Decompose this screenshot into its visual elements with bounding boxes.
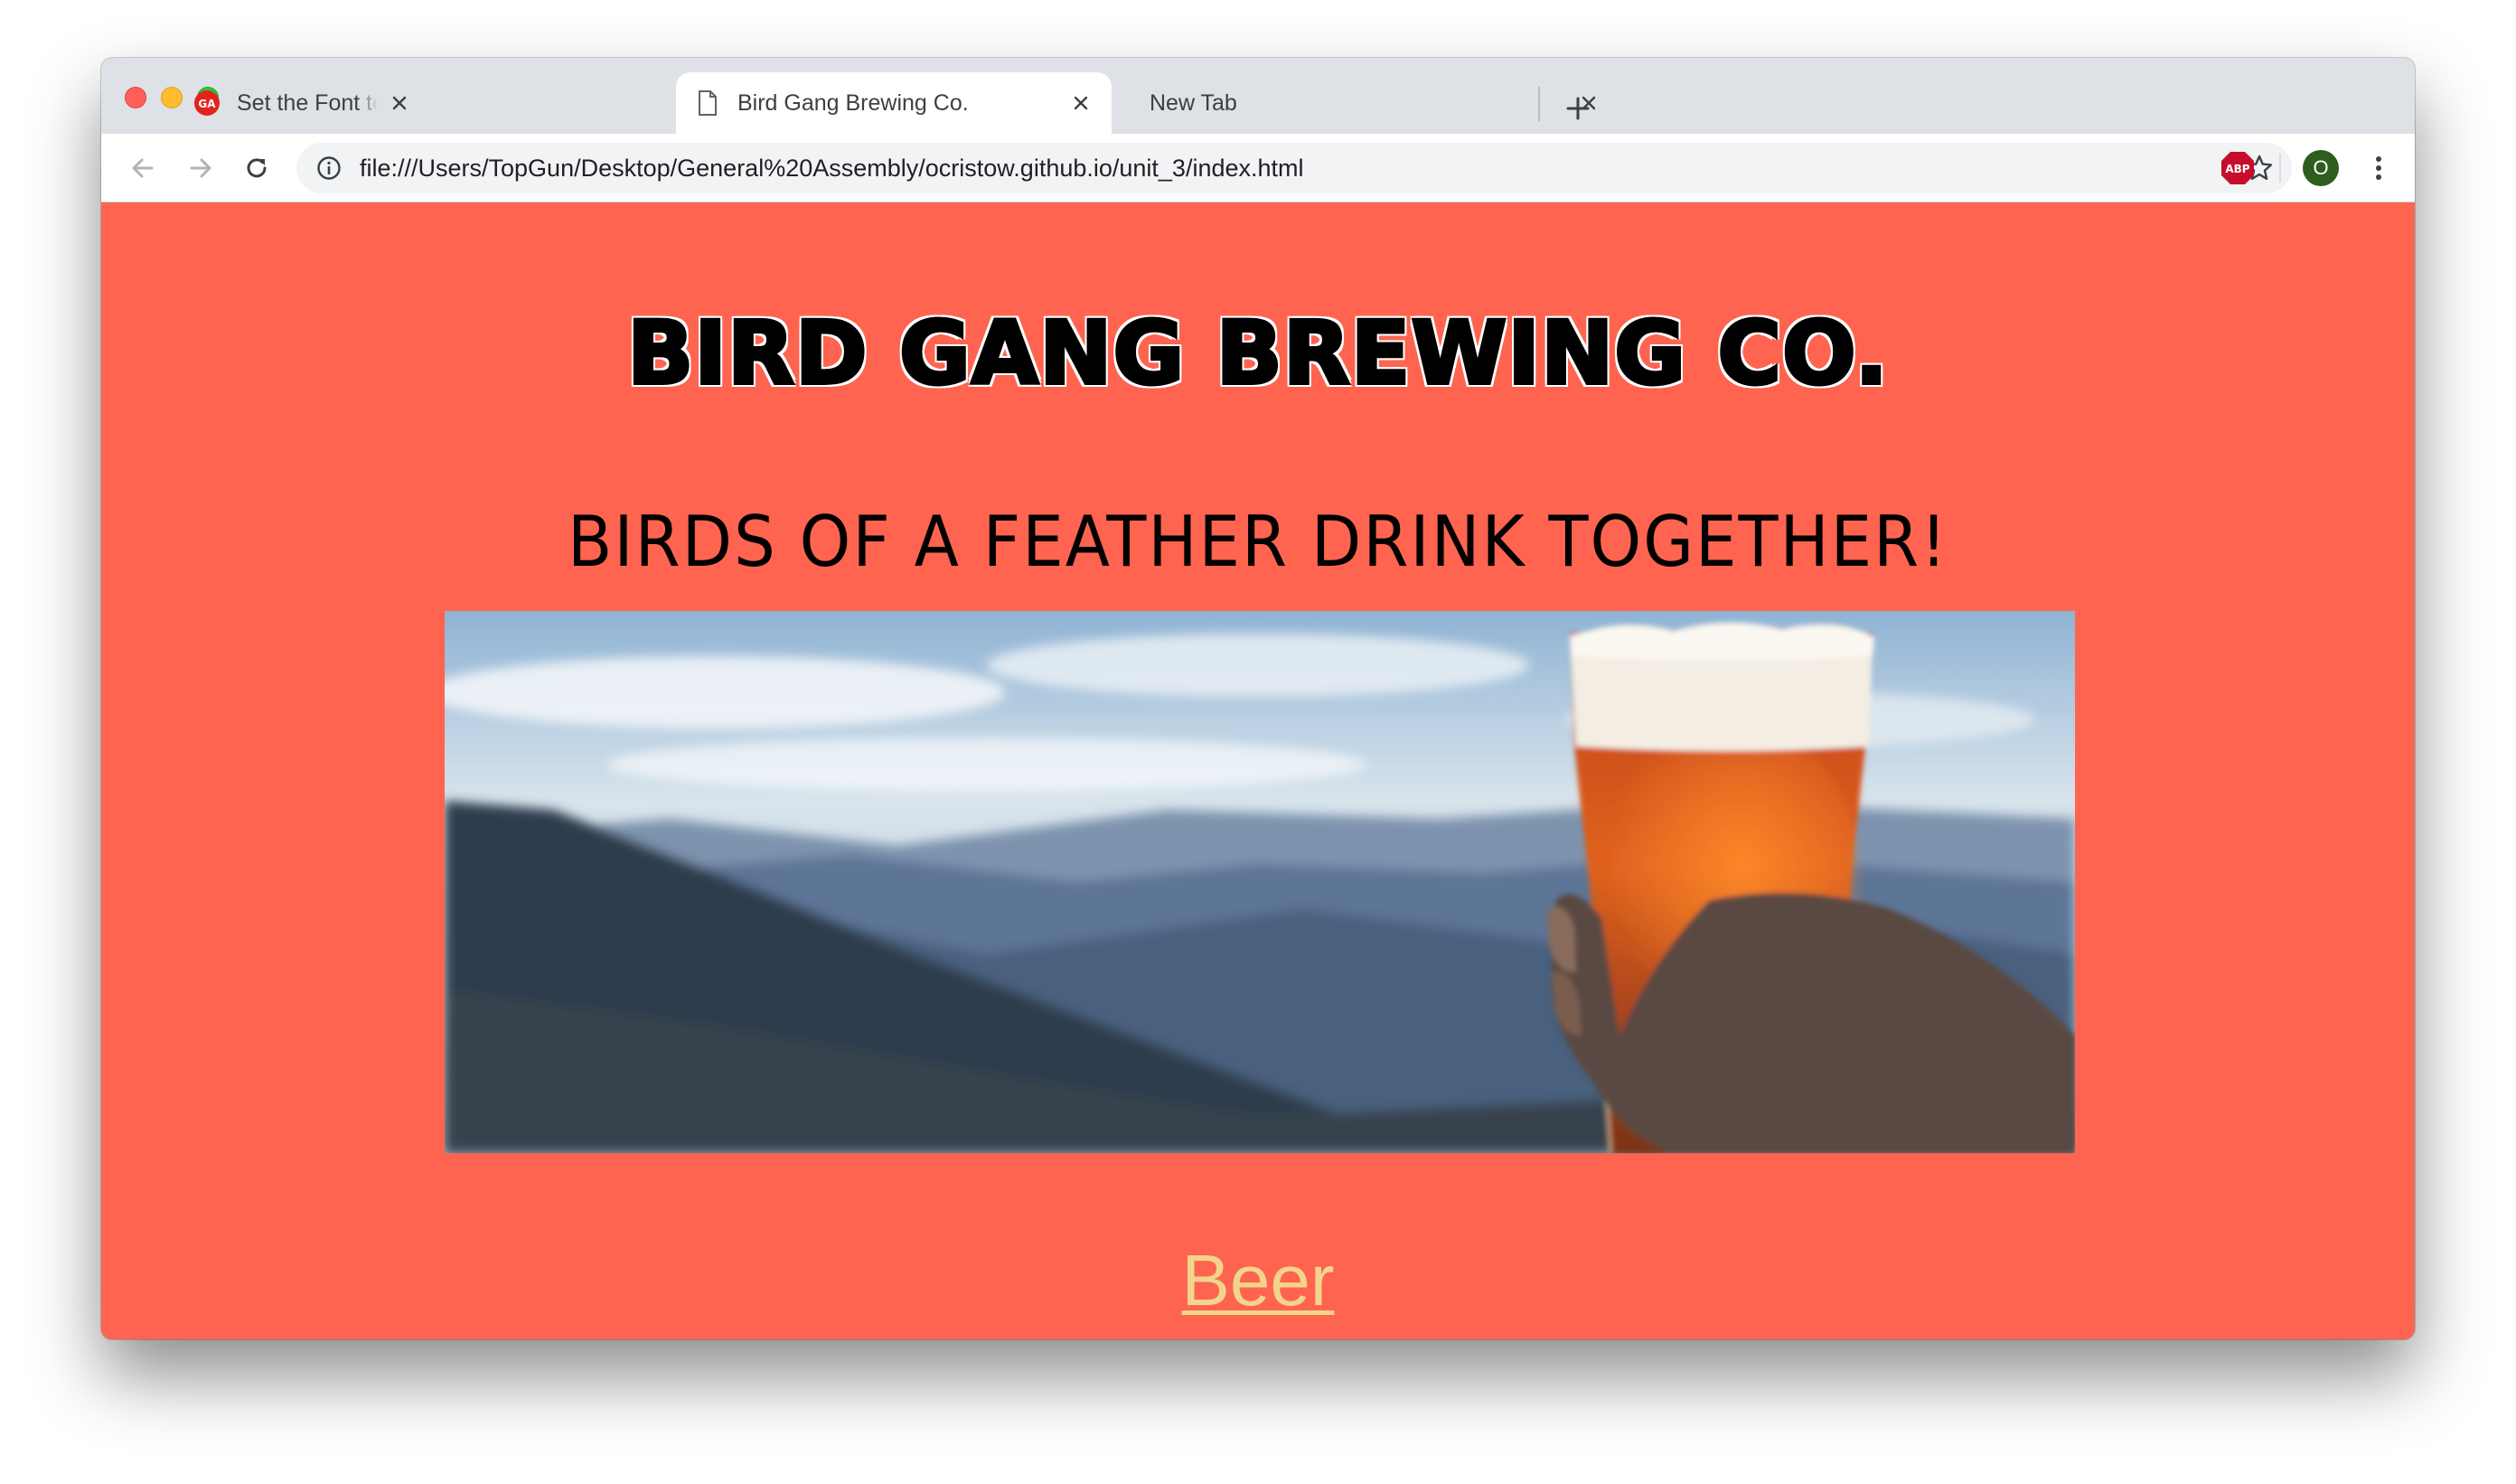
close-tab-icon[interactable] [1068,90,1094,116]
close-tab-icon[interactable] [387,90,412,116]
beer-link[interactable]: Beer [101,1240,2415,1321]
adblock-plus-icon[interactable]: ABP [2220,150,2256,186]
browser-toolbar: file:///Users/TopGun/Desktop/General%20A… [101,134,2415,202]
tab-divider [1538,87,1540,121]
browser-window: GA Set the Font to Set the | HTML Bird G… [101,58,2415,1339]
profile-avatar[interactable]: O [2303,150,2339,186]
web-page: Bird Gang Brewing Co. Birds of a Feather… [101,202,2415,1339]
tab-new-tab[interactable]: New Tab [1112,72,1627,134]
tab-strip: GA Set the Font to Set the | HTML Bird G… [101,58,2415,134]
site-title: Bird Gang Brewing Co. [625,302,1890,405]
tab-title: New Tab [1150,89,1237,116]
tab-ga[interactable]: GA Set the Font to Set the | HTML [175,72,430,134]
tab-bird-gang[interactable]: Bird Gang Brewing Co. [676,72,1112,134]
adblock-label: ABP [2225,163,2249,175]
address-bar[interactable]: file:///Users/TopGun/Desktop/General%20A… [296,143,2292,193]
more-menu-icon[interactable] [2361,150,2397,186]
back-button[interactable] [125,150,161,186]
forward-button[interactable] [183,150,219,186]
new-tab-button[interactable] [1560,90,1596,127]
info-icon[interactable] [314,154,343,183]
document-icon [694,89,721,117]
svg-text:GA: GA [198,98,216,110]
ga-logo-icon: GA [193,89,221,117]
tab-title: Set the Font to Set the | HTML [237,89,378,116]
tab-title: Bird Gang Brewing Co. [737,89,969,116]
close-window-button[interactable] [125,87,146,108]
reload-button[interactable] [239,150,275,186]
hero-image [445,611,2075,1153]
url-text[interactable]: file:///Users/TopGun/Desktop/General%20A… [360,143,1304,193]
tagline: Birds of a Feather Drink Together! [567,500,1948,583]
toolbar-divider [2279,154,2281,183]
